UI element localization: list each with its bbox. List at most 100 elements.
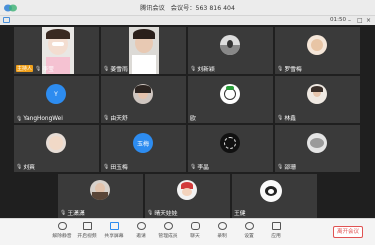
participant-avatar bbox=[260, 180, 282, 202]
participant-tile[interactable]: 王健 bbox=[232, 174, 317, 218]
participant-avatar bbox=[46, 133, 66, 153]
participant-name: 刘爽 bbox=[23, 165, 35, 171]
unmute-button[interactable]: 解除静音 bbox=[50, 222, 74, 239]
participant-label: 🎙 邵珊 bbox=[277, 162, 296, 172]
members-icon bbox=[163, 222, 173, 230]
participant-name: 李莹 bbox=[42, 67, 54, 73]
participant-avatar bbox=[307, 133, 327, 153]
participant-name: 晴天娃娃 bbox=[154, 211, 178, 217]
participant-label: 王健 bbox=[234, 208, 246, 217]
mic-off-icon: 🎙 bbox=[35, 65, 42, 72]
network-icon[interactable] bbox=[3, 17, 10, 23]
participant-avatar bbox=[220, 84, 240, 104]
title-bar: 腾讯会议 会议号：563 816 404 bbox=[0, 0, 375, 16]
host-badge: 主持人 bbox=[16, 65, 34, 72]
mic-off-icon: 🎙 bbox=[277, 65, 284, 72]
participant-tile[interactable]: 🎙 刘爽 bbox=[14, 125, 99, 172]
meeting-id[interactable]: 会议号：563 816 404 bbox=[171, 5, 235, 12]
toolbar-label: 邀请 bbox=[136, 234, 146, 239]
participant-name: 由天舒 bbox=[110, 116, 128, 122]
participant-tile[interactable]: 欧 bbox=[188, 76, 273, 123]
mic-off-icon: 🎙 bbox=[16, 116, 23, 122]
settings-button[interactable]: 设置 bbox=[237, 222, 261, 239]
video-grid: 主持人 🎙 李莹 🎙 姜雪雨 🎙 刘新颖 🎙 罗雪梅 Y 🎙 YangHongW… bbox=[0, 25, 375, 218]
participant-label: 欧 bbox=[190, 113, 196, 122]
close-icon[interactable]: × bbox=[366, 17, 371, 24]
participant-tile[interactable]: 主持人 🎙 李莹 bbox=[14, 27, 99, 74]
camera-off-icon bbox=[82, 222, 92, 230]
invite-icon bbox=[136, 222, 146, 230]
participant-video bbox=[129, 27, 159, 74]
participant-name: 林鑫 bbox=[284, 116, 296, 122]
participant-name: 王健 bbox=[234, 211, 246, 217]
toolbar-label: 设置 bbox=[244, 234, 254, 239]
meeting-timer: 01:50 bbox=[330, 17, 347, 23]
share-screen-button[interactable]: 共享屏幕 bbox=[102, 222, 126, 239]
participant-tile[interactable]: 🎙 姜雪雨 bbox=[101, 27, 186, 74]
meeting-label: 腾讯会议 bbox=[140, 5, 165, 12]
mic-off-icon: 🎙 bbox=[190, 163, 197, 170]
participant-tile[interactable]: 🎙 晴天娃娃 bbox=[145, 174, 230, 218]
invite-button[interactable]: 邀请 bbox=[129, 222, 153, 239]
mic-off-icon: 🎙 bbox=[147, 209, 154, 216]
leave-meeting-button[interactable]: 离开会议 bbox=[333, 226, 363, 238]
participant-tile[interactable]: Y 🎙 YangHongWei bbox=[14, 76, 99, 123]
participant-tile[interactable]: 🎙 刘新颖 bbox=[188, 27, 273, 74]
participant-tile[interactable]: 🎙 邵珊 bbox=[275, 125, 360, 172]
record-icon bbox=[217, 222, 227, 230]
manage-members-button[interactable]: 管理成员 bbox=[156, 222, 180, 239]
toolbar-label: 聊天 bbox=[190, 234, 200, 239]
participant-avatar bbox=[220, 133, 240, 153]
participant-avatar bbox=[133, 84, 153, 104]
participant-avatar bbox=[307, 35, 327, 55]
participant-tile[interactable]: 🎙 王潇潇 bbox=[58, 174, 143, 218]
participant-name: 罗雪梅 bbox=[284, 67, 302, 73]
participant-label: 主持人 🎙 李莹 bbox=[16, 64, 54, 73]
mic-off-icon: 🎙 bbox=[103, 163, 110, 170]
mic-off-icon: 🎙 bbox=[60, 209, 67, 216]
participant-label: 🎙 由天舒 bbox=[103, 113, 128, 123]
mic-off-icon: 🎙 bbox=[277, 163, 284, 170]
mic-off-icon: 🎙 bbox=[103, 65, 110, 72]
mic-off-icon: 🎙 bbox=[277, 114, 284, 121]
participant-avatar bbox=[307, 84, 327, 104]
mic-off-icon: 🎙 bbox=[190, 65, 197, 72]
participant-avatar: 玉梅 bbox=[133, 133, 153, 153]
status-bar: 01:50 – □ × bbox=[0, 16, 375, 25]
participant-label: 🎙 罗雪梅 bbox=[277, 64, 302, 74]
participant-name: 刘新颖 bbox=[197, 67, 215, 73]
participant-label: 🎙 刘爽 bbox=[16, 162, 35, 172]
toolbar-label: 录制 bbox=[217, 234, 227, 239]
participant-avatar bbox=[177, 180, 197, 200]
chat-icon bbox=[190, 222, 200, 230]
gear-icon bbox=[244, 222, 254, 230]
toolbar-label: 解除静音 bbox=[52, 234, 72, 239]
participant-avatar: Y bbox=[46, 84, 66, 104]
mic-off-icon: 🎙 bbox=[16, 163, 23, 170]
apps-button[interactable]: 应用 bbox=[264, 222, 288, 239]
chat-button[interactable]: 聊天 bbox=[183, 222, 207, 239]
participant-tile[interactable]: 🎙 林鑫 bbox=[275, 76, 360, 123]
participant-label: 🎙 王潇潇 bbox=[60, 208, 85, 218]
participant-label: 🎙 YangHongWei bbox=[16, 116, 63, 122]
participant-label: 🎙 姜雪雨 bbox=[103, 64, 128, 74]
participant-name: 田玉梅 bbox=[110, 165, 128, 171]
toolbar-label: 共享屏幕 bbox=[104, 234, 124, 239]
mic-off-icon bbox=[57, 222, 67, 230]
participant-label: 🎙 晴天娃娃 bbox=[147, 208, 178, 218]
participant-tile[interactable]: 玉梅 🎙 田玉梅 bbox=[101, 125, 186, 172]
start-video-button[interactable]: 开启视频 bbox=[75, 222, 99, 239]
maximize-icon[interactable]: □ bbox=[357, 17, 363, 24]
share-screen-icon bbox=[109, 222, 119, 230]
participant-tile[interactable]: 🎙 罗雪梅 bbox=[275, 27, 360, 74]
participant-label: 🎙 林鑫 bbox=[277, 113, 296, 123]
participant-tile[interactable]: 🎙 由天舒 bbox=[101, 76, 186, 123]
minimize-icon[interactable]: – bbox=[348, 17, 351, 24]
participant-avatar bbox=[220, 35, 240, 55]
record-button[interactable]: 录制 bbox=[210, 222, 234, 239]
toolbar-label: 管理成员 bbox=[158, 234, 178, 239]
participant-name: 姜雪雨 bbox=[110, 67, 128, 73]
apps-icon bbox=[271, 222, 281, 230]
participant-tile[interactable]: 🎙 李晶 bbox=[188, 125, 273, 172]
participant-label: 🎙 刘新颖 bbox=[190, 64, 215, 74]
